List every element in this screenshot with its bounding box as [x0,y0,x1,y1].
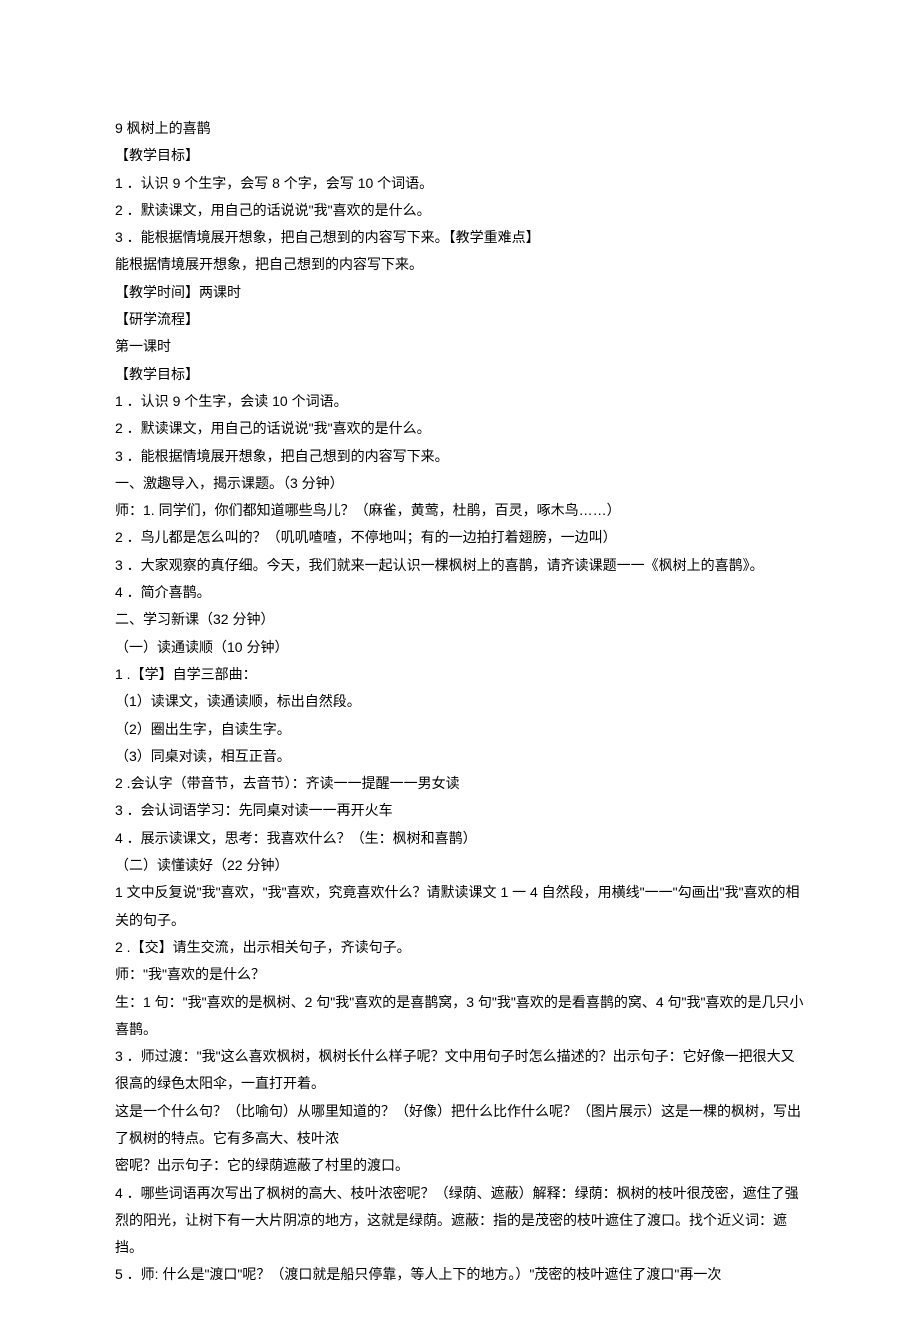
text-line: 【教学时间】两课时 [115,279,805,306]
text-line: 1 文中反复说"我"喜欢，"我"喜欢，究竟喜欢什么？请默读课文 1 一 4 自然… [115,879,805,934]
text-line: 2 ．鸟儿都是怎么叫的？（叽叽喳喳，不停地叫；有的一边拍打着翅膀，一边叫） [115,524,805,551]
text-line: （3）同桌对读，相互正音。 [115,743,805,770]
text-line: 5 ．师: 什么是"渡口"呢？（渡口就是船只停靠，等人上下的地方。）"茂密的枝叶… [115,1261,805,1288]
text-line: 生：1 句："我"喜欢的是枫树、2 句"我"喜欢的是喜鹊窝，3 句"我"喜欢的是… [115,989,805,1044]
text-line: 4 ．哪些词语再次写出了枫树的高大、枝叶浓密呢？（绿荫、遮蔽）解释：绿荫：枫树的… [115,1180,805,1262]
text-line: （2）圈出生字，自读生字。 [115,716,805,743]
text-line: 4 ．简介喜鹊。 [115,579,805,606]
text-line: 第一课时 [115,333,805,360]
text-line: 1 ．认识 9 个生字，会写 8 个字，会写 10 个词语。 [115,170,805,197]
text-line: 密呢？出示句子：它的绿荫遮蔽了村里的渡口。 [115,1152,805,1179]
text-line: 2 .【交】请生交流，出示相关句子，齐读句子。 [115,934,805,961]
text-line: 师："我"喜欢的是什么？ [115,961,805,988]
text-line: 3 ．能根据情境展开想象，把自己想到的内容写下来。 [115,443,805,470]
text-line: 4 ．展示读课文，思考：我喜欢什么？（生：枫树和喜鹊） [115,825,805,852]
text-line: 1 ．认识 9 个生字，会读 10 个词语。 [115,388,805,415]
text-line: 师：1. 同学们，你们都知道哪些鸟儿？（麻雀，黄莺，杜鹃，百灵，啄木鸟……） [115,497,805,524]
text-line: （一）读通读顺（10 分钟） [115,634,805,661]
text-line: （二）读懂读好（22 分钟） [115,852,805,879]
text-line: 3 ．能根据情境展开想象，把自己想到的内容写下来。【教学重难点】 [115,224,805,251]
text-line: 能根据情境展开想象，把自己想到的内容写下来。 [115,251,805,278]
text-line: 9 枫树上的喜鹊 [115,115,805,142]
text-line: 一、激趣导入，揭示课题。（3 分钟） [115,470,805,497]
text-line: 【教学目标】 [115,142,805,169]
text-line: 3 ．师过渡："我"这么喜欢枫树，枫树长什么样子呢？文中用句子时怎么描述的？出示… [115,1043,805,1098]
text-line: 3 ．会认词语学习：先同桌对读一一再开火车 [115,797,805,824]
text-line: 这是一个什么句？（比喻句）从哪里知道的？（好像）把什么比作什么呢？（图片展示）这… [115,1098,805,1153]
document-content: 9 枫树上的喜鹊【教学目标】1 ．认识 9 个生字，会写 8 个字，会写 10 … [115,115,805,1289]
document-page: 9 枫树上的喜鹊【教学目标】1 ．认识 9 个生字，会写 8 个字，会写 10 … [0,0,920,1329]
text-line: 3 ．大家观察的真仔细。今天，我们就来一起认识一棵枫树上的喜鹊，请齐读课题一一《… [115,552,805,579]
text-line: 2 ．默读课文，用自己的话说说"我"喜欢的是什么。 [115,415,805,442]
text-line: 二、学习新课（32 分钟） [115,606,805,633]
text-line: 2 ．默读课文，用自己的话说说"我"喜欢的是什么。 [115,197,805,224]
text-line: 【教学目标】 [115,361,805,388]
text-line: （1）读课文，读通读顺，标出自然段。 [115,688,805,715]
text-line: 1 .【学】自学三部曲： [115,661,805,688]
text-line: 2 .会认字（带音节，去音节）：齐读一一提醒一一男女读 [115,770,805,797]
text-line: 【研学流程】 [115,306,805,333]
